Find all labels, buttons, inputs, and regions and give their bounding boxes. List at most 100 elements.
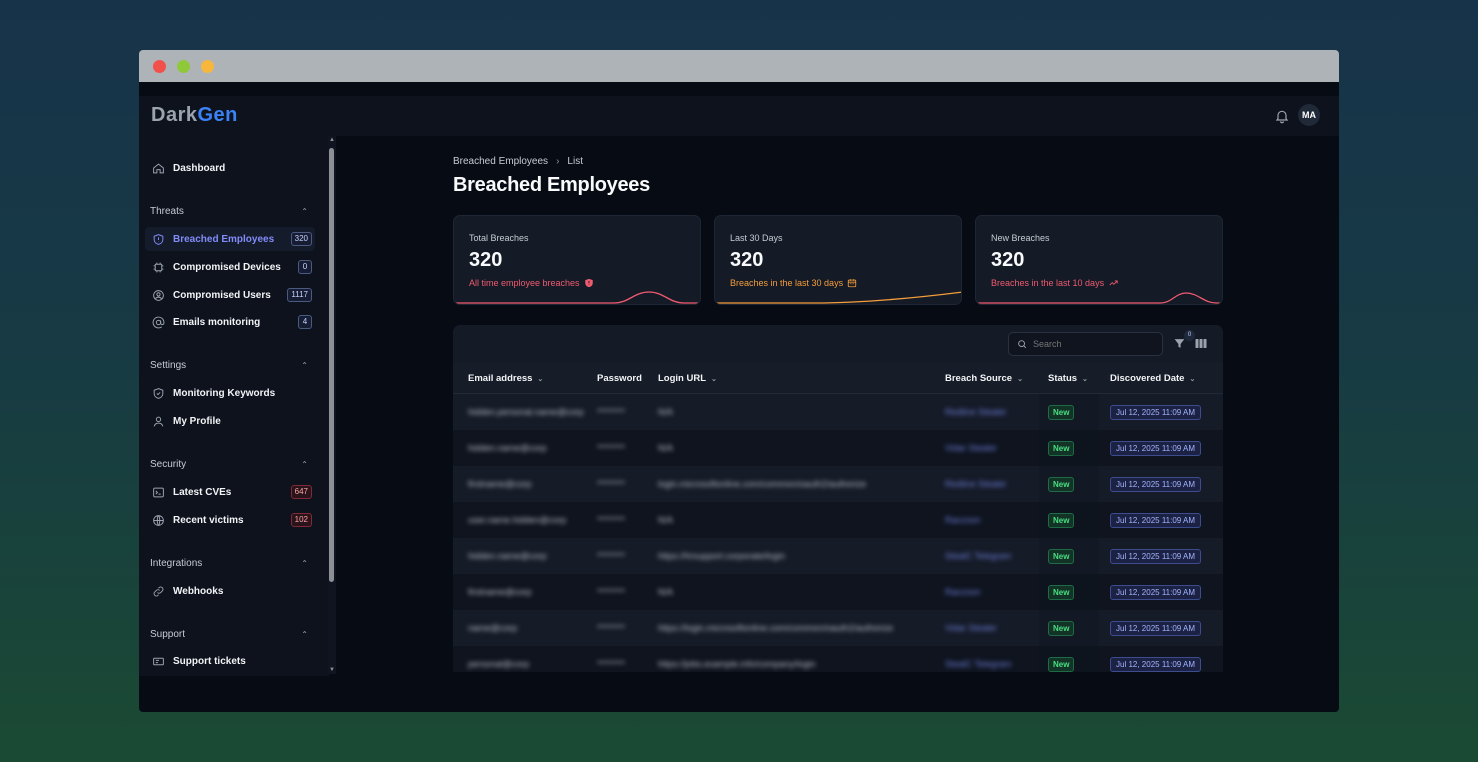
- date-badge: Jul 12, 2025 11:09 AM: [1110, 512, 1202, 528]
- count-badge: 1117: [287, 288, 312, 302]
- chevron-down-icon: ⌄: [537, 375, 544, 383]
- password-cell: ********: [597, 515, 626, 525]
- columns-icon[interactable]: [1195, 338, 1207, 349]
- app-logo[interactable]: DarkGen: [151, 104, 238, 127]
- login-url-cell[interactable]: https://hrsupport.corporate/login: [658, 538, 785, 574]
- sidebar-item-latest-cves[interactable]: Latest CVEs 647: [145, 480, 315, 504]
- sidebar-item-compromised-users[interactable]: Compromised Users 1117: [145, 283, 315, 307]
- chevron-down-icon: ⌄: [1082, 375, 1088, 383]
- table-row[interactable]: firstname@corp ******** login.microsofto…: [453, 466, 1223, 502]
- filter-icon[interactable]: [1173, 337, 1186, 350]
- sidebar-item-emails-monitoring[interactable]: Emails monitoring 4: [145, 310, 315, 334]
- chevron-up-icon: ⌃: [301, 361, 308, 370]
- maximize-window-button[interactable]: [177, 60, 190, 73]
- section-security[interactable]: Security ⌃: [150, 459, 310, 470]
- breach-source-cell[interactable]: Raccoon: [945, 574, 981, 610]
- column-header-breach-source[interactable]: Breach Source ⌄: [945, 373, 1023, 384]
- table-row[interactable]: personal@corp ******** https://jobs.exam…: [453, 646, 1223, 672]
- bell-icon[interactable]: [1274, 108, 1290, 124]
- logo-text-gen: Gen: [197, 104, 238, 126]
- status-cell: New: [1039, 646, 1099, 672]
- section-label: Security: [150, 459, 187, 470]
- count-badge: 320: [290, 232, 312, 246]
- status-cell: New: [1039, 466, 1099, 502]
- breach-source-cell[interactable]: Raccoon: [945, 502, 981, 538]
- column-header-email[interactable]: Email address ⌄: [468, 373, 543, 384]
- login-url-cell[interactable]: https://login.microsoftonline.com/common…: [658, 610, 893, 646]
- stat-card-last-30-days: Last 30 Days 320 Breaches in the last 30…: [714, 215, 962, 305]
- sidebar-item-compromised-devices[interactable]: Compromised Devices 0: [145, 255, 315, 279]
- sidebar-item-monitoring-keywords[interactable]: Monitoring Keywords: [145, 381, 315, 405]
- sidebar-item-support-tickets[interactable]: Support tickets: [145, 649, 315, 673]
- chevron-up-icon: ⌃: [301, 207, 308, 216]
- password-cell: ********: [597, 623, 626, 633]
- login-url-cell[interactable]: N/A: [658, 502, 673, 538]
- window-titlebar: [139, 50, 1339, 82]
- breadcrumb-parent-link[interactable]: Breached Employees: [453, 156, 548, 167]
- count-badge: 0: [298, 260, 312, 274]
- login-url-cell[interactable]: N/A: [658, 574, 673, 610]
- breach-source-cell[interactable]: StealC Telegram: [945, 646, 1011, 672]
- search-box[interactable]: [1008, 332, 1163, 356]
- table-row[interactable]: hidden.name@corp ******** https://hrsupp…: [453, 538, 1223, 574]
- scroll-down-arrow-icon[interactable]: ▼: [328, 666, 336, 674]
- calendar-icon: [847, 279, 857, 288]
- password-cell: ********: [597, 443, 626, 453]
- login-url-cell[interactable]: https://jobs.example.info/company/login: [658, 646, 816, 672]
- minimize-window-button[interactable]: [201, 60, 214, 73]
- login-url-cell[interactable]: N/A: [658, 394, 673, 430]
- password-cell: ********: [597, 587, 626, 597]
- sidebar-item-breached-employees[interactable]: Breached Employees 320: [145, 227, 315, 251]
- sidebar-item-label: Support tickets: [173, 655, 246, 667]
- section-threats[interactable]: Threats ⌃: [150, 206, 310, 217]
- column-header-discovered-date[interactable]: Discovered Date ⌄: [1110, 373, 1195, 384]
- status-cell: New: [1039, 430, 1099, 466]
- user-avatar[interactable]: MA: [1298, 104, 1320, 126]
- at-sign-icon: [151, 315, 165, 329]
- status-badge: New: [1048, 476, 1075, 492]
- scrollbar-thumb[interactable]: [329, 148, 334, 582]
- breach-source-cell[interactable]: Redline Stealer: [945, 466, 1007, 502]
- close-window-button[interactable]: [153, 60, 166, 73]
- login-url-cell[interactable]: N/A: [658, 430, 673, 466]
- sidebar-item-my-profile[interactable]: My Profile: [145, 409, 315, 433]
- section-support[interactable]: Support ⌃: [150, 629, 310, 640]
- section-integrations[interactable]: Integrations ⌃: [150, 558, 310, 569]
- breach-source-cell[interactable]: StealC Telegram: [945, 538, 1011, 574]
- breach-source-cell[interactable]: Redline Stealer: [945, 394, 1007, 430]
- login-url-cell[interactable]: login.microsoftonline.com/common/oauth2/…: [658, 466, 866, 502]
- table-row[interactable]: user.name.hidden@corp ******** N/A Racco…: [453, 502, 1223, 538]
- sidebar-item-dashboard[interactable]: Dashboard: [145, 156, 315, 180]
- card-value: 320: [730, 249, 764, 271]
- sidebar-item-recent-victims[interactable]: Recent victims 102: [145, 508, 315, 532]
- status-cell: New: [1039, 538, 1099, 574]
- table-row[interactable]: firstname@corp ******** N/A Raccoon New …: [453, 574, 1223, 610]
- table-row[interactable]: name@corp ******** https://login.microso…: [453, 610, 1223, 646]
- shield-alert-icon: [151, 232, 165, 246]
- status-cell: New: [1039, 502, 1099, 538]
- date-badge: Jul 12, 2025 11:09 AM: [1110, 404, 1202, 420]
- sidebar-scrollbar[interactable]: ▲ ▼: [328, 136, 336, 674]
- date-badge: Jul 12, 2025 11:09 AM: [1110, 656, 1202, 672]
- sidebar-item-label: Dashboard: [173, 162, 226, 174]
- column-header-login-url[interactable]: Login URL ⌄: [658, 373, 717, 384]
- email-cell: firstname@corp: [468, 587, 532, 597]
- breach-source-cell[interactable]: Vidar Stealer: [945, 430, 997, 466]
- breach-source-cell[interactable]: Vidar Stealer: [945, 610, 997, 646]
- column-header-status[interactable]: Status ⌄: [1048, 373, 1088, 384]
- column-label: Discovered Date: [1110, 373, 1185, 384]
- date-cell: Jul 12, 2025 11:09 AM: [1110, 646, 1202, 672]
- card-subtext-label: Breaches in the last 30 days: [730, 278, 844, 288]
- section-settings[interactable]: Settings ⌃: [150, 360, 310, 371]
- search-input[interactable]: [1033, 339, 1153, 349]
- table-row[interactable]: hidden.personal.name@corp ******** N/A R…: [453, 394, 1223, 430]
- password-cell: ********: [597, 551, 626, 561]
- user-circle-icon: [151, 288, 165, 302]
- table-row[interactable]: hidden.name@corp ******** N/A Vidar Stea…: [453, 430, 1223, 466]
- scroll-up-arrow-icon[interactable]: ▲: [328, 136, 336, 144]
- status-badge: New: [1048, 548, 1075, 564]
- email-cell: hidden.name@corp: [468, 551, 547, 561]
- status-badge: New: [1048, 620, 1075, 636]
- sidebar-item-webhooks[interactable]: Webhooks: [145, 579, 315, 603]
- section-label: Integrations: [150, 558, 203, 569]
